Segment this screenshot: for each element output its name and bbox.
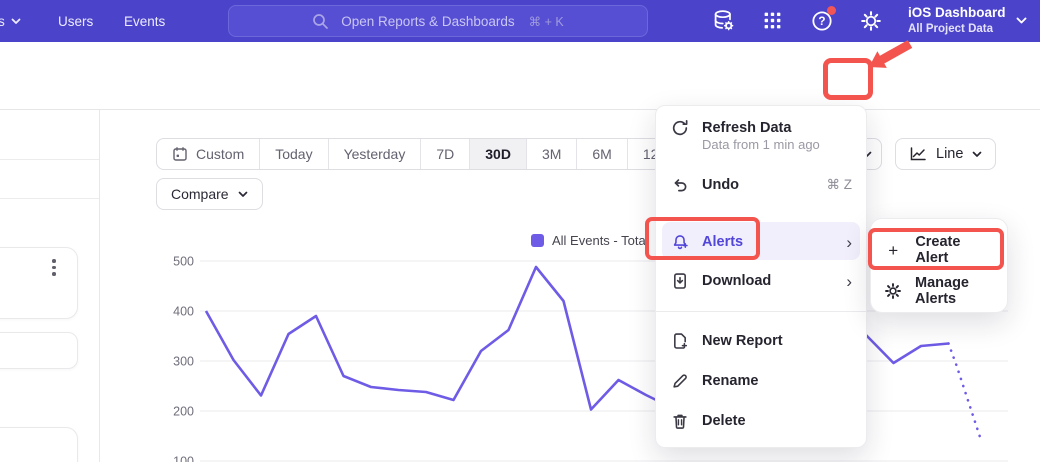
menu-item-label: Undo — [702, 177, 739, 193]
chart-legend: All Events - Total — [531, 233, 649, 248]
chevron-right-icon: › — [846, 273, 852, 290]
date-range-label: 3M — [542, 146, 561, 162]
refresh-icon — [670, 119, 689, 137]
chevron-down-icon — [1016, 17, 1027, 25]
compare-button[interactable]: Compare — [156, 178, 263, 210]
date-range-picker: Custom Today Yesterday 7D 30D 3M 6M 12M — [156, 138, 686, 170]
chevron-down-icon — [972, 151, 982, 158]
chart-type-label: Line — [936, 146, 963, 162]
legend-swatch — [531, 234, 544, 247]
help-icon[interactable]: ? — [810, 9, 833, 32]
date-range-label: 7D — [436, 146, 454, 162]
notification-badge — [827, 6, 836, 15]
pencil-icon — [670, 372, 689, 390]
undo-shortcut: ⌘ Z — [827, 177, 853, 193]
date-range-3m[interactable]: 3M — [526, 139, 576, 169]
data-management-icon[interactable] — [712, 9, 735, 32]
sidebar-divider — [0, 159, 99, 160]
new-report-icon — [670, 332, 689, 350]
search-icon — [312, 13, 329, 30]
date-range-30d[interactable]: 30D — [469, 139, 526, 169]
sidebar-divider — [0, 198, 99, 199]
date-range-6m[interactable]: 6M — [576, 139, 626, 169]
kebab-menu-icon[interactable] — [52, 259, 56, 276]
trash-icon — [670, 412, 689, 430]
calendar-icon — [172, 146, 188, 162]
submenu-item-create-alert[interactable]: + Create Alert — [871, 236, 1007, 264]
date-range-yesterday[interactable]: Yesterday — [328, 139, 421, 169]
line-chart-icon — [909, 146, 927, 162]
date-range-label: Custom — [196, 146, 244, 162]
menu-item-label: Rename — [702, 373, 758, 389]
svg-text:500: 500 — [173, 255, 194, 269]
menu-divider — [656, 311, 866, 312]
menu-item-label: Download — [702, 273, 771, 289]
project-name: iOS Dashboard — [908, 5, 1006, 22]
global-search-input[interactable]: Open Reports & Dashboards ⌘ + K — [228, 5, 648, 37]
report-options-menu: Refresh Data Data from 1 min ago Undo ⌘ … — [655, 105, 867, 448]
chevron-down-icon — [238, 191, 248, 198]
compare-label: Compare — [171, 186, 229, 202]
nav-users-label: Users — [58, 14, 93, 29]
top-navbar: s Users Events Open Reports & Dashboards… — [0, 0, 1040, 42]
nav-events-label: Events — [124, 14, 165, 29]
sidebar-card[interactable] — [0, 247, 78, 319]
alerts-submenu: + Create Alert Manage Alerts — [870, 218, 1008, 313]
svg-text:?: ? — [818, 15, 825, 28]
nav-item-clipped[interactable]: s — [0, 0, 21, 42]
navbar-icon-group: ? — [712, 9, 882, 32]
nav-item-users[interactable]: Users — [58, 0, 93, 42]
refresh-data-freshness: Data from 1 min ago — [702, 137, 820, 152]
menu-item-download[interactable]: Download › — [656, 267, 866, 295]
chart-type-button[interactable]: Line — [895, 138, 996, 170]
menu-item-label: New Report — [702, 333, 783, 349]
date-range-today[interactable]: Today — [259, 139, 327, 169]
project-scope: All Project Data — [908, 22, 1006, 36]
sidebar-card[interactable] — [0, 332, 78, 369]
nav-item-events[interactable]: Events — [124, 0, 165, 42]
download-file-icon — [670, 272, 689, 290]
svg-text:400: 400 — [173, 305, 194, 319]
sidebar-card[interactable] — [0, 427, 78, 462]
menu-item-label: Alerts — [702, 234, 743, 250]
menu-item-label: Create Alert — [915, 234, 994, 266]
date-range-label: 30D — [485, 146, 511, 162]
bell-plus-icon — [670, 233, 689, 251]
menu-item-label: Manage Alerts — [915, 275, 994, 307]
sidebar-border — [99, 110, 100, 462]
nav-clipped-label: s — [0, 14, 5, 29]
menu-item-label: Refresh Data — [702, 120, 791, 136]
menu-item-delete[interactable]: Delete — [656, 407, 866, 435]
project-switcher[interactable]: iOS Dashboard All Project Data — [908, 4, 1032, 38]
date-range-label: 6M — [592, 146, 611, 162]
date-range-7d[interactable]: 7D — [420, 139, 469, 169]
report-header — [0, 42, 1040, 110]
undo-icon — [670, 176, 689, 194]
legend-label: All Events - Total — [552, 233, 649, 248]
menu-item-undo[interactable]: Undo ⌘ Z — [656, 171, 866, 199]
menu-item-new-report[interactable]: New Report — [656, 327, 866, 355]
menu-item-alerts[interactable]: Alerts › — [656, 228, 866, 256]
plus-icon: + — [884, 242, 902, 259]
submenu-item-manage-alerts[interactable]: Manage Alerts — [871, 277, 1007, 305]
settings-gear-icon[interactable] — [859, 9, 882, 32]
svg-text:100: 100 — [173, 455, 194, 462]
chevron-down-icon — [11, 18, 21, 25]
svg-text:300: 300 — [173, 355, 194, 369]
app-window: s Users Events Open Reports & Dashboards… — [0, 0, 1040, 462]
gear-icon — [884, 282, 902, 300]
apps-grid-icon[interactable] — [761, 9, 784, 32]
chevron-right-icon: › — [846, 234, 852, 251]
menu-item-rename[interactable]: Rename — [656, 367, 866, 395]
menu-item-label: Delete — [702, 413, 746, 429]
svg-text:200: 200 — [173, 405, 194, 419]
date-range-custom[interactable]: Custom — [157, 139, 259, 169]
search-shortcut: ⌘ + K — [529, 14, 564, 29]
search-placeholder: Open Reports & Dashboards — [341, 14, 514, 29]
date-range-label: Today — [275, 146, 312, 162]
date-range-label: Yesterday — [344, 146, 406, 162]
